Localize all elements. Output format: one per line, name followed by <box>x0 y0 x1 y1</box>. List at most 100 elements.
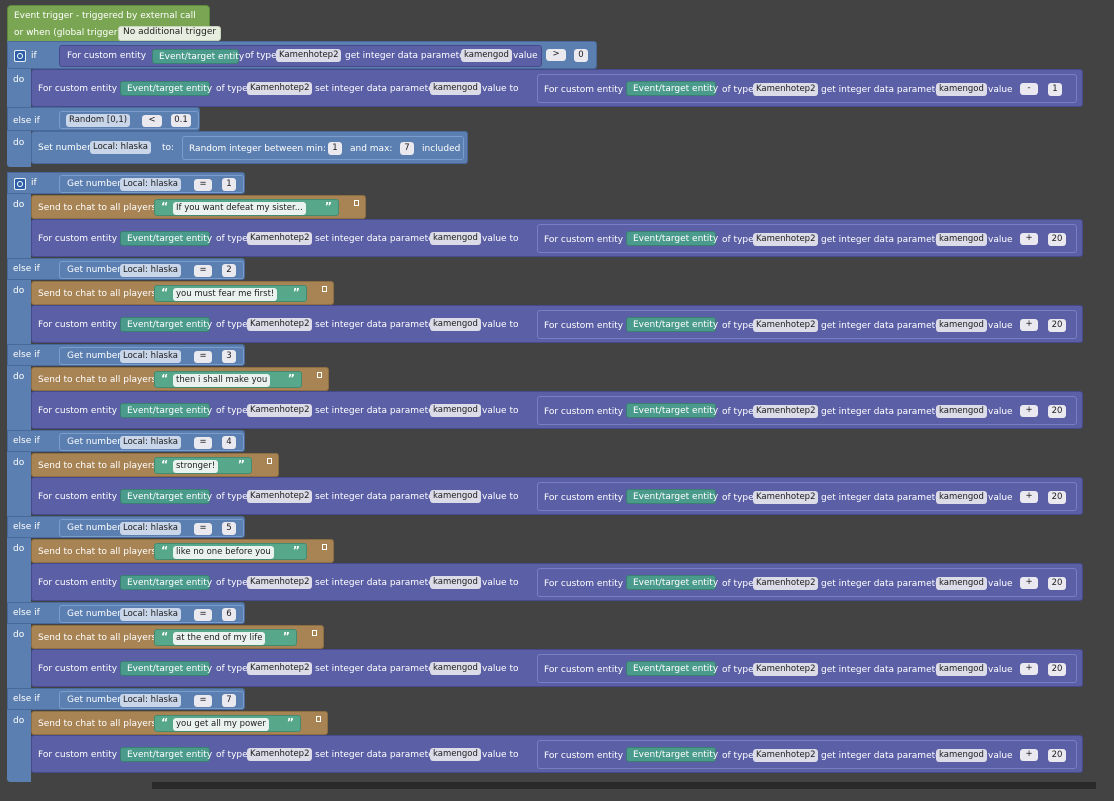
send-chat-block[interactable]: Send to chat to all players: “ you must … <box>31 281 334 305</box>
entity-type-dropdown[interactable]: Kamenhotep2 <box>753 83 819 96</box>
variable-dropdown[interactable]: Local: hlaska <box>120 608 181 621</box>
variable-dropdown[interactable]: Local: hlaska <box>120 522 181 535</box>
compare-op-dropdown[interactable]: > <box>546 49 566 61</box>
param-dropdown[interactable]: kamengod <box>430 82 481 95</box>
compare-op-dropdown[interactable]: = <box>194 179 212 191</box>
param-dropdown[interactable]: kamengod <box>430 490 481 503</box>
param-dropdown[interactable]: kamengod <box>936 83 987 96</box>
increment-set-integer-block[interactable]: For custom entity Event/target entity of… <box>31 391 1083 429</box>
chat-message-field[interactable]: you must fear me first! <box>173 288 278 301</box>
nested-get-integer-block[interactable]: For custom entity Event/target entity of… <box>537 568 1077 597</box>
math-op-dropdown[interactable]: + <box>1020 233 1038 245</box>
get-number-compare-block[interactable]: Get number Local: hlaska = 2 <box>59 261 244 279</box>
random-threshold-field[interactable]: 0.1 <box>171 114 191 127</box>
increment-set-integer-block[interactable]: For custom entity Event/target entity of… <box>31 649 1083 687</box>
horizontal-scrollbar[interactable] <box>152 782 1096 789</box>
increment-value-field[interactable]: 20 <box>1048 233 1066 246</box>
string-block[interactable]: “ then i shall make you ” <box>154 371 302 388</box>
event-trigger-block[interactable]: Event trigger - triggered by external ca… <box>7 5 222 42</box>
entity-selector[interactable]: Event/target entity <box>152 49 244 64</box>
increment-value-field[interactable]: 20 <box>1048 577 1066 590</box>
param-dropdown[interactable]: kamengod <box>936 319 987 332</box>
send-chat-block[interactable]: Send to chat to all players: “ If you wa… <box>31 195 366 219</box>
compare-op-dropdown[interactable]: = <box>194 609 212 621</box>
variable-dropdown[interactable]: Local: hlaska <box>120 178 181 191</box>
param-dropdown[interactable]: kamengod <box>936 663 987 676</box>
compare-value-field[interactable]: 5 <box>222 522 236 535</box>
random-min-field[interactable]: 1 <box>328 142 342 155</box>
math-op-dropdown[interactable]: + <box>1020 491 1038 503</box>
random-integer-block[interactable]: Random integer between min: 1 and max: 7… <box>182 136 464 160</box>
increment-set-integer-block[interactable]: For custom entity Event/target entity of… <box>31 563 1083 601</box>
variable-dropdown[interactable]: Local: hlaska <box>120 350 181 363</box>
get-number-compare-block[interactable]: Get number Local: hlaska = 7 <box>59 691 244 709</box>
param-dropdown[interactable]: kamengod <box>430 748 481 761</box>
entity-type-dropdown[interactable]: Kamenhotep2 <box>247 82 313 95</box>
string-block[interactable]: “ at the end of my life ” <box>154 629 297 646</box>
string-block[interactable]: “ stronger! ” <box>154 457 252 474</box>
entity-selector[interactable]: Event/target entity <box>120 317 212 332</box>
compare-op-dropdown[interactable]: = <box>194 351 212 363</box>
entity-selector[interactable]: Event/target entity <box>120 575 212 590</box>
math-op-dropdown[interactable]: + <box>1020 663 1038 675</box>
chat-message-field[interactable]: you get all my power <box>173 718 269 731</box>
entity-type-dropdown[interactable]: Kamenhotep2 <box>247 662 313 675</box>
param-dropdown[interactable]: kamengod <box>430 232 481 245</box>
first-if-block[interactable]: if For custom entity Event/target entity… <box>7 41 1083 167</box>
send-chat-block[interactable]: Send to chat to all players: “ like no o… <box>31 539 334 563</box>
random-compare-block[interactable]: Random [0,1) < 0.1 <box>59 111 199 129</box>
entity-selector[interactable]: Event/target entity <box>120 661 212 676</box>
param-dropdown[interactable]: kamengod <box>936 405 987 418</box>
entity-type-dropdown[interactable]: Kamenhotep2 <box>247 748 313 761</box>
variable-dropdown[interactable]: Local: hlaska <box>90 141 151 154</box>
increment-value-field[interactable]: 20 <box>1048 663 1066 676</box>
chat-message-field[interactable]: then i shall make you <box>173 374 271 387</box>
random-op-dropdown[interactable]: < <box>142 115 162 127</box>
compare-value-field[interactable]: 4 <box>222 436 236 449</box>
send-chat-block[interactable]: Send to chat to all players: “ then i sh… <box>31 367 329 391</box>
entity-type-dropdown[interactable]: Kamenhotep2 <box>753 663 819 676</box>
entity-type-dropdown[interactable]: Kamenhotep2 <box>247 490 313 503</box>
compare-value-field[interactable]: 7 <box>222 694 236 707</box>
nested-get-integer-block[interactable]: For custom entity Event/target entity of… <box>537 654 1077 683</box>
param-dropdown[interactable]: kamengod <box>430 576 481 589</box>
variable-dropdown[interactable]: Local: hlaska <box>120 694 181 707</box>
compare-op-dropdown[interactable]: = <box>194 695 212 707</box>
string-block[interactable]: “ like no one before you ” <box>154 543 307 560</box>
get-number-compare-block[interactable]: Get number Local: hlaska = 1 <box>59 175 244 193</box>
math-op-dropdown[interactable]: + <box>1020 319 1038 331</box>
string-block[interactable]: “ you get all my power ” <box>154 715 301 732</box>
compare-value-field[interactable]: 0 <box>574 49 588 62</box>
increment-value-field[interactable]: 20 <box>1048 491 1066 504</box>
get-number-compare-block[interactable]: Get number Local: hlaska = 6 <box>59 605 244 623</box>
random-max-field[interactable]: 7 <box>400 142 414 155</box>
param-dropdown[interactable]: kamengod <box>430 318 481 331</box>
nested-get-integer-block[interactable]: For custom entity Event/target entity of… <box>537 396 1077 425</box>
send-chat-block[interactable]: Send to chat to all players: “ at the en… <box>31 625 324 649</box>
entity-type-dropdown[interactable]: Kamenhotep2 <box>753 405 819 418</box>
get-number-compare-block[interactable]: Get number Local: hlaska = 3 <box>59 347 244 365</box>
entity-type-dropdown[interactable]: Kamenhotep2 <box>247 318 313 331</box>
nested-get-integer-block[interactable]: For custom entity Event/target entity of… <box>537 482 1077 511</box>
entity-selector[interactable]: Event/target entity <box>626 575 718 590</box>
entity-selector[interactable]: Event/target entity <box>626 403 718 418</box>
increment-value-field[interactable]: 20 <box>1048 405 1066 418</box>
compare-value-field[interactable]: 1 <box>222 178 236 191</box>
entity-type-dropdown[interactable]: Kamenhotep2 <box>276 49 342 62</box>
get-number-compare-block[interactable]: Get number Local: hlaska = 4 <box>59 433 244 451</box>
decrement-set-integer-block[interactable]: For custom entity Event/target entity of… <box>31 69 1083 107</box>
entity-type-dropdown[interactable]: Kamenhotep2 <box>753 491 819 504</box>
math-op-dropdown[interactable]: + <box>1020 577 1038 589</box>
increment-set-integer-block[interactable]: For custom entity Event/target entity of… <box>31 305 1083 343</box>
variable-dropdown[interactable]: Local: hlaska <box>120 264 181 277</box>
increment-value-field[interactable]: 20 <box>1048 319 1066 332</box>
increment-set-integer-block[interactable]: For custom entity Event/target entity of… <box>31 735 1083 773</box>
mutator-gear-icon[interactable] <box>14 178 26 190</box>
entity-type-dropdown[interactable]: Kamenhotep2 <box>247 576 313 589</box>
string-block[interactable]: “ you must fear me first! ” <box>154 285 307 302</box>
param-dropdown[interactable]: kamengod <box>936 491 987 504</box>
entity-selector[interactable]: Event/target entity <box>626 81 718 96</box>
math-op-dropdown[interactable]: + <box>1020 405 1038 417</box>
entity-type-dropdown[interactable]: Kamenhotep2 <box>247 404 313 417</box>
increment-set-integer-block[interactable]: For custom entity Event/target entity of… <box>31 219 1083 257</box>
